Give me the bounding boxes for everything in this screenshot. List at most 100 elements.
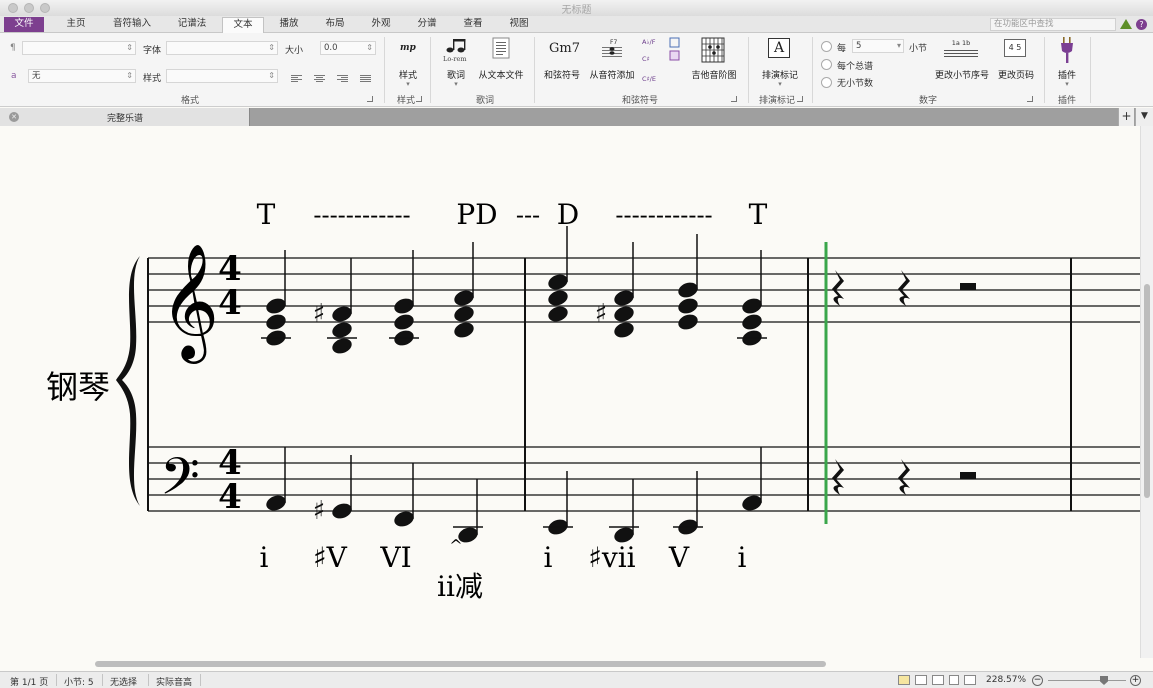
font-select[interactable]: ⇕: [166, 41, 278, 55]
chevron-down-icon: ▾: [406, 80, 410, 88]
font-size-value: 0.0: [324, 43, 338, 53]
tab-play[interactable]: 播放: [268, 17, 310, 32]
single-page-icon[interactable]: [949, 675, 959, 685]
chord-slash-icon[interactable]: C♯/E: [642, 75, 656, 83]
format-dialog-launcher-icon[interactable]: [367, 96, 373, 102]
ribbon-search-input[interactable]: 在功能区中查找: [990, 18, 1116, 31]
change-page-number-button[interactable]: 更改页码: [994, 68, 1038, 81]
roman-numeral: ii减: [437, 570, 483, 603]
help-icon[interactable]: ?: [1136, 19, 1147, 30]
character-style-icon: a: [11, 71, 17, 81]
guitar-chord-diagram-button[interactable]: 吉他音阶图: [688, 68, 740, 81]
size-label: 大小: [285, 46, 304, 56]
score-svg[interactable]: T ------------ PD --- D ------------ T 钢…: [0, 126, 1140, 658]
styles-dialog-launcher-icon[interactable]: [416, 96, 422, 102]
chord-notehead: [266, 314, 286, 330]
tab-parts[interactable]: 分谱: [406, 17, 448, 32]
roman-numeral: ♯vii: [588, 541, 635, 574]
sharp-accidental: ♯: [313, 299, 326, 329]
align-left-icon[interactable]: [291, 75, 302, 84]
minimize-ribbon-icon[interactable]: [1120, 19, 1132, 29]
align-center-icon[interactable]: [314, 75, 325, 84]
radio-every-system[interactable]: [821, 59, 832, 70]
panorama-view-icon[interactable]: [932, 675, 944, 685]
zoom-in-icon[interactable]: +: [1130, 675, 1141, 686]
function-dashes-1: ------------: [313, 201, 410, 229]
sharp-accidental: ♯: [313, 496, 326, 526]
chord-symbol-button[interactable]: 和弦符号: [541, 68, 583, 81]
bar-interval-input[interactable]: 5 ▾: [852, 39, 904, 53]
chord-symbol-icon[interactable]: Gm7: [549, 41, 580, 56]
chord-notehead: [548, 306, 568, 322]
zoom-out-icon[interactable]: −: [1032, 675, 1043, 686]
tab-text[interactable]: 文本: [222, 17, 264, 34]
guitar-chord-diagram-icon[interactable]: [700, 36, 726, 64]
style-select[interactable]: ⇕: [166, 69, 278, 83]
horizontal-scroll-thumb[interactable]: [95, 661, 826, 667]
vertical-scrollbar[interactable]: [1140, 126, 1153, 658]
numbering-dialog-launcher-icon[interactable]: [1027, 96, 1033, 102]
radio-no-bar-numbers[interactable]: [821, 77, 832, 88]
plugin-plug-icon[interactable]: [1060, 36, 1074, 64]
align-justify-icon[interactable]: [360, 75, 371, 84]
tab-menu-button[interactable]: ▼: [1135, 108, 1153, 126]
status-divider: [200, 674, 201, 686]
rehearsal-mark-icon[interactable]: A: [768, 38, 790, 58]
roman-numeral: i: [738, 541, 747, 574]
lyrics-group-label: 歌词: [475, 96, 494, 106]
zoom-slider-thumb[interactable]: [1100, 676, 1108, 685]
tab-review[interactable]: 查看: [452, 17, 494, 32]
tab-file[interactable]: 文件: [4, 17, 44, 32]
chevron-updown-icon: ⇕: [268, 43, 275, 52]
paragraph-style-icon: ¶: [10, 43, 16, 53]
tab-layout[interactable]: 布局: [314, 17, 356, 32]
quarter-rest: [898, 459, 910, 495]
radio-every-n-bars[interactable]: [821, 41, 832, 52]
group-divider: [430, 37, 431, 103]
score-canvas[interactable]: T ------------ PD --- D ------------ T 钢…: [0, 126, 1140, 658]
full-screen-icon[interactable]: [964, 675, 976, 685]
chevron-updown-icon: ⇕: [268, 71, 275, 80]
tab-view[interactable]: 视图: [498, 17, 540, 32]
roman-numeral: VI: [379, 541, 411, 574]
function-label-d: D: [557, 198, 579, 231]
add-tab-button[interactable]: +: [1118, 108, 1134, 126]
spreads-view-icon[interactable]: [915, 675, 927, 685]
change-bar-number-icon[interactable]: 1a 1b: [944, 39, 978, 59]
vertical-scroll-thumb[interactable]: [1144, 284, 1150, 498]
add-from-notes-icon[interactable]: F7: [600, 37, 624, 59]
change-page-number-icon[interactable]: 4 5: [1004, 39, 1026, 57]
roman-numeral: V: [668, 541, 690, 574]
font-size-input[interactable]: 0.0 ⇕: [320, 41, 376, 55]
add-from-notes-button[interactable]: 从音符添加: [587, 68, 637, 81]
svg-text:F7: F7: [610, 39, 617, 46]
lyrics-notes-icon[interactable]: [444, 37, 468, 55]
chord-diagram-small-icons[interactable]: [668, 37, 682, 67]
tab-notations[interactable]: 记谱法: [168, 17, 216, 32]
change-bar-number-button[interactable]: 更改小节序号: [932, 68, 992, 81]
respell-chord-icon[interactable]: A♭/F: [642, 38, 655, 46]
text-styles-icon[interactable]: mp: [400, 43, 416, 53]
tab-note-input[interactable]: 音符输入: [104, 17, 160, 32]
zoom-slider-track[interactable]: [1048, 680, 1126, 681]
half-rest: [960, 472, 976, 479]
group-divider: [384, 37, 385, 103]
staves: [147, 242, 1140, 524]
document-tab[interactable]: ✕ 完整乐谱: [0, 108, 250, 126]
lyrics-from-text-button[interactable]: 从文本文件: [476, 68, 526, 81]
character-style-select[interactable]: 无 ⇕: [28, 69, 136, 83]
revoice-chord-icon[interactable]: C♯: [642, 55, 650, 63]
text-file-icon[interactable]: [492, 37, 510, 59]
tab-appearance[interactable]: 外观: [360, 17, 402, 32]
text-style-select[interactable]: ⇕: [22, 41, 136, 55]
treble-clef: 𝄞: [160, 242, 219, 364]
chord-symbols-dialog-launcher-icon[interactable]: [731, 96, 737, 102]
grand-staff-brace: [116, 256, 140, 506]
page-view-icon[interactable]: [898, 675, 910, 685]
ribbon-tab-bar: 文件 主页 音符输入 记谱法 文本 播放 布局 外观 分谱 查看 视图 在功能区…: [0, 16, 1153, 34]
group-divider: [748, 37, 749, 103]
align-right-icon[interactable]: [337, 75, 348, 84]
rehearsal-dialog-launcher-icon[interactable]: [797, 96, 803, 102]
chevron-down-icon: ▾: [1065, 80, 1069, 88]
tab-home[interactable]: 主页: [55, 17, 97, 32]
